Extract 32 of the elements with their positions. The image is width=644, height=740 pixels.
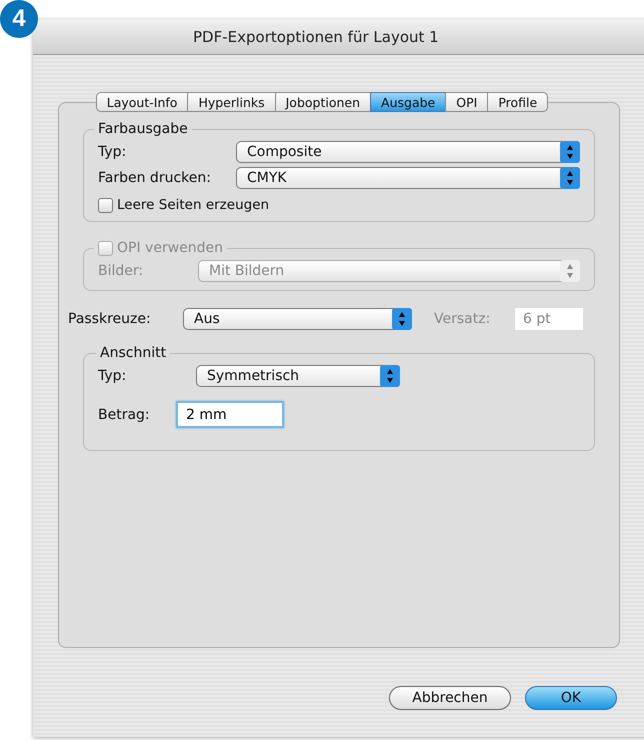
dropdown[interactable]: CMYK xyxy=(236,167,580,189)
checkbox[interactable] xyxy=(98,198,113,212)
stepper-arrows-icon xyxy=(380,365,400,387)
step-number-badge: 4 xyxy=(0,0,38,38)
tab[interactable]: Hyperlinks xyxy=(187,92,275,112)
stepper-arrows-icon xyxy=(560,167,580,189)
field-label: Passkreuze: xyxy=(68,311,152,327)
ok-button[interactable]: OK xyxy=(525,686,617,710)
tab[interactable]: OPI xyxy=(445,92,488,112)
field-label: Versatz: xyxy=(434,311,492,327)
field-label: Farben drucken: xyxy=(98,170,212,186)
group-title: Farbausgabe xyxy=(97,121,189,137)
stepper-arrows-icon xyxy=(560,260,580,282)
checkbox-label: Leere Seiten erzeugen xyxy=(117,197,270,213)
input-field[interactable]: 2 mm xyxy=(176,401,284,428)
dropdown[interactable]: Composite xyxy=(236,141,580,163)
dropdown[interactable]: Symmetrisch xyxy=(196,365,400,387)
tab[interactable]: Joboptionen xyxy=(274,92,370,112)
field-label: Betrag: xyxy=(98,406,151,422)
checkbox-label: OPI verwenden xyxy=(117,240,224,256)
field-label: Typ: xyxy=(98,144,128,160)
stepper-arrows-icon xyxy=(560,141,580,163)
cancel-button[interactable]: Abbrechen xyxy=(389,686,511,710)
field-label: Bilder: xyxy=(98,263,144,279)
tab[interactable]: Ausgabe xyxy=(370,92,446,112)
stepper-arrows-icon xyxy=(392,308,412,330)
tab[interactable]: Profile xyxy=(487,92,548,112)
field-label: Typ: xyxy=(98,368,128,384)
window-title: PDF-Exportoptionen für Layout 1 xyxy=(193,28,439,46)
tab[interactable]: Layout-Info xyxy=(96,92,188,112)
dropdown[interactable]: Aus xyxy=(183,308,412,330)
group-title: Anschnitt xyxy=(99,345,168,361)
